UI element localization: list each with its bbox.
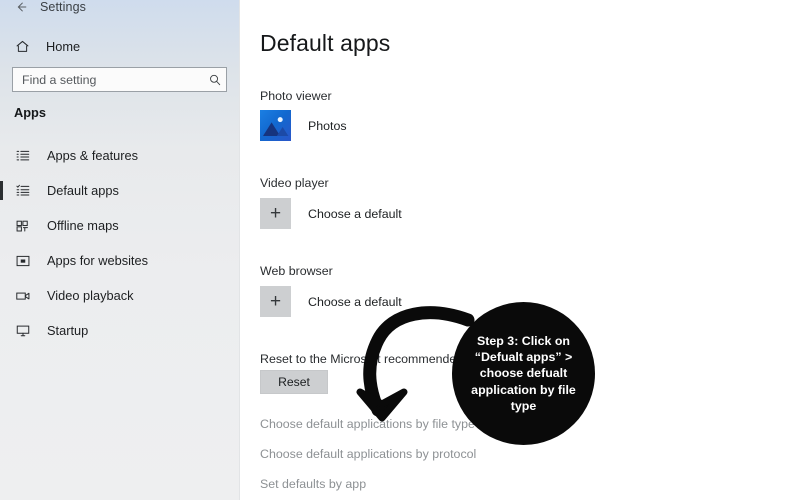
app-window-icon <box>14 252 31 269</box>
section-label-video-player: Video player <box>260 176 329 190</box>
sidebar-item-label: Video playback <box>47 288 134 303</box>
list-icon <box>14 147 31 164</box>
default-app-row-photo-viewer[interactable]: Photos <box>260 110 347 141</box>
section-label-web-browser: Web browser <box>260 264 333 278</box>
choose-default-label: Choose a default <box>308 206 402 221</box>
plus-icon: + <box>260 286 291 317</box>
sidebar-item-label: Offline maps <box>47 218 119 233</box>
default-app-name: Photos <box>308 118 347 133</box>
section-label-photo-viewer: Photo viewer <box>260 89 332 103</box>
back-arrow-icon[interactable] <box>14 0 28 14</box>
choose-default-label: Choose a default <box>308 294 402 309</box>
link-choose-default-by-protocol[interactable]: Choose default applications by protocol <box>260 447 476 461</box>
link-choose-default-by-file-type[interactable]: Choose default applications by file type <box>260 417 475 431</box>
home-icon <box>14 38 30 54</box>
link-set-defaults-by-app[interactable]: Set defaults by app <box>260 477 366 491</box>
search-box[interactable] <box>12 67 227 92</box>
sidebar-item-label-home: Home <box>46 38 81 54</box>
sidebar-item-default-apps[interactable]: Default apps <box>0 173 239 208</box>
plus-icon: + <box>260 198 291 229</box>
list-check-icon <box>14 182 31 199</box>
sidebar-nav: Apps & features Default apps Offline map… <box>0 138 239 348</box>
main-content: Default apps Photo viewer Photos Video p… <box>240 0 800 500</box>
sidebar-group-title: Apps <box>14 105 46 120</box>
sidebar-item-label: Startup <box>47 323 89 338</box>
sidebar-item-label: Apps & features <box>47 148 139 163</box>
monitor-icon <box>14 322 31 339</box>
sidebar-item-label: Default apps <box>47 183 119 198</box>
sidebar-item-video-playback[interactable]: Video playback <box>0 278 239 313</box>
sidebar-item-startup[interactable]: Startup <box>0 313 239 348</box>
app-title-label: Settings <box>40 0 86 14</box>
settings-window: Settings Home Apps <box>0 0 800 500</box>
sidebar-item-home[interactable]: Home <box>0 32 239 60</box>
search-icon[interactable] <box>204 68 226 91</box>
map-icon <box>14 217 31 234</box>
page-title: Default apps <box>260 30 391 56</box>
search-input[interactable] <box>13 68 204 91</box>
sidebar: Settings Home Apps <box>0 0 240 500</box>
sidebar-item-offline-maps[interactable]: Offline maps <box>0 208 239 243</box>
reset-section-label: Reset to the Microsoft recommended defau… <box>260 352 510 366</box>
video-camera-icon <box>14 287 31 304</box>
sidebar-item-apps-features[interactable]: Apps & features <box>0 138 239 173</box>
sidebar-item-label: Apps for websites <box>47 253 149 268</box>
default-app-row-video-player[interactable]: + Choose a default <box>260 198 402 229</box>
default-app-row-web-browser[interactable]: + Choose a default <box>260 286 402 317</box>
photos-app-icon <box>260 110 291 141</box>
reset-button[interactable]: Reset <box>260 370 328 394</box>
sidebar-item-apps-for-websites[interactable]: Apps for websites <box>0 243 239 278</box>
window-title-bar: Settings <box>0 0 86 20</box>
